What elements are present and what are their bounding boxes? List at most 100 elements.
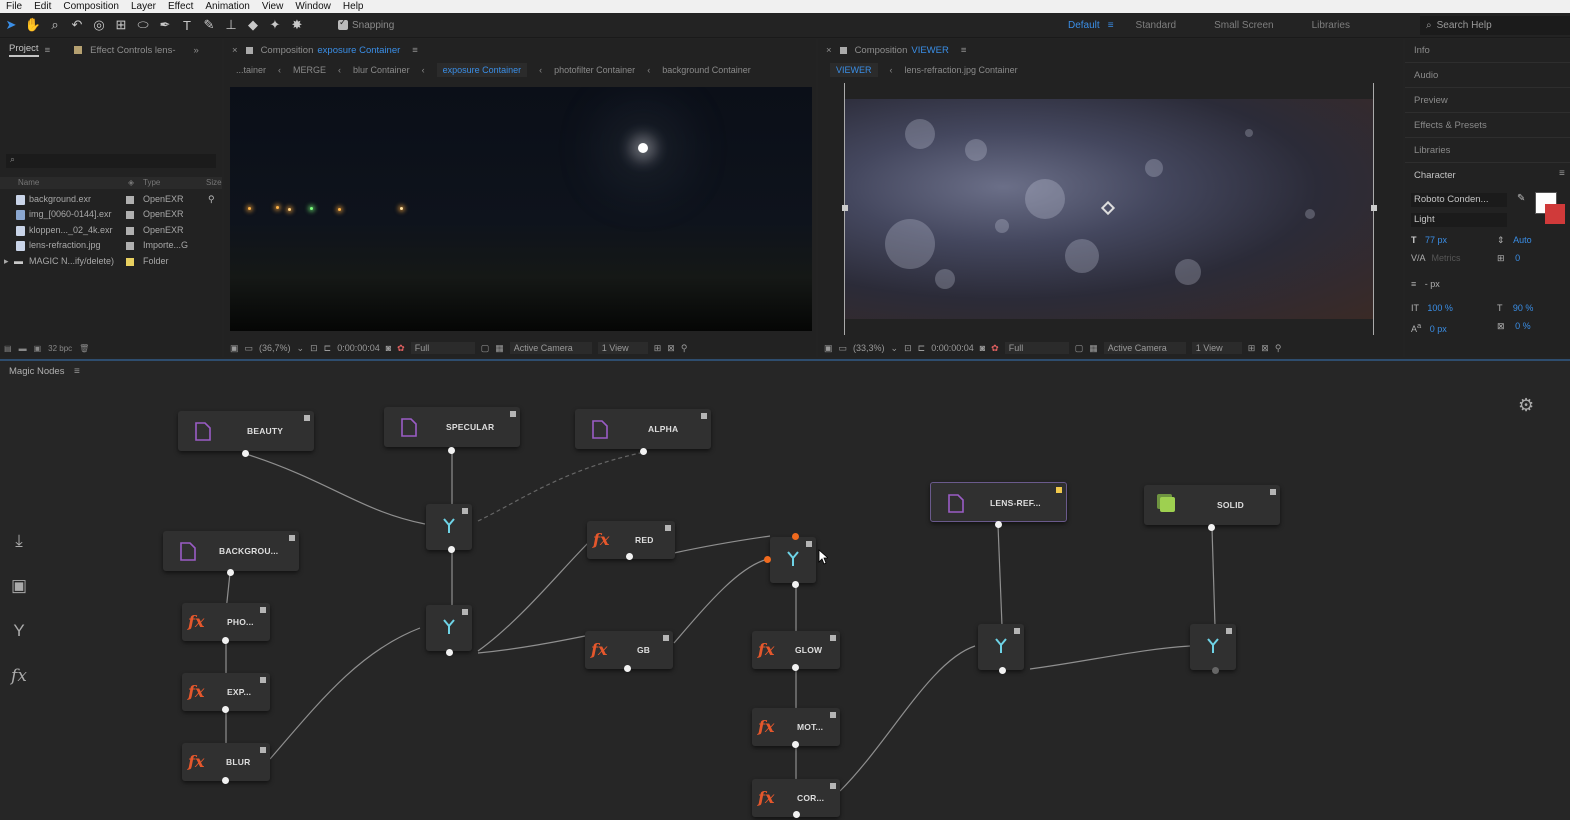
crumb[interactable]: photofilter Container: [554, 65, 635, 75]
panel-audio[interactable]: Audio: [1414, 70, 1438, 81]
comp-viewer-canvas[interactable]: [845, 99, 1373, 319]
node-toggle[interactable]: [260, 607, 266, 613]
draft-3d-icon[interactable]: ⊠: [667, 343, 675, 354]
clone-stamp-icon[interactable]: ⊥: [220, 15, 242, 35]
menu-help[interactable]: Help: [337, 0, 370, 13]
node-output-port[interactable]: [222, 706, 229, 713]
camera-icon[interactable]: ◙: [980, 343, 985, 353]
list-item[interactable]: background.exr OpenEXR ⚲: [0, 192, 222, 207]
menu-file[interactable]: File: [0, 0, 28, 13]
stroke-width-value[interactable]: - px: [1425, 279, 1440, 289]
node-toggle[interactable]: [260, 747, 266, 753]
node-toggle[interactable]: [462, 508, 468, 514]
node-output-port[interactable]: [999, 667, 1006, 674]
crumb[interactable]: background Container: [662, 65, 751, 75]
chevron-down-icon[interactable]: ⌄: [891, 343, 899, 354]
views-select[interactable]: 1 View: [597, 342, 648, 354]
orbit-camera-icon[interactable]: ◎: [88, 15, 110, 35]
selection-tool-icon[interactable]: ➤: [0, 15, 22, 35]
node-toggle[interactable]: [830, 635, 836, 641]
merge-node[interactable]: [978, 624, 1024, 670]
zoom-level[interactable]: (36,7%): [259, 343, 291, 353]
node-output-port[interactable]: [1208, 524, 1215, 531]
workspace-small-screen[interactable]: Small Screen: [1214, 20, 1273, 31]
node-toggle[interactable]: [510, 411, 516, 417]
bpc-label[interactable]: 32 bpc: [48, 344, 72, 353]
node-toggle[interactable]: [1056, 487, 1062, 493]
node-background[interactable]: BACKGROU...: [163, 531, 299, 571]
camera-select[interactable]: Active Camera: [1103, 342, 1186, 354]
overflow-chevron-icon[interactable]: »: [194, 45, 199, 56]
hand-tool-icon[interactable]: ✋: [22, 15, 44, 35]
crumb[interactable]: ...tainer: [236, 65, 266, 75]
node-output-port[interactable]: [227, 569, 234, 576]
list-item[interactable]: ▸ ▬ MAGIC N...ify/delete) Folder: [0, 254, 222, 269]
font-style-select[interactable]: Light: [1411, 213, 1507, 227]
node-beauty[interactable]: BEAUTY: [178, 411, 314, 451]
puppet-pin-icon[interactable]: ✸: [286, 15, 308, 35]
tab-effect-controls[interactable]: Effect Controls lens-: [90, 45, 175, 56]
menu-composition[interactable]: Composition: [57, 0, 125, 13]
panel-libraries[interactable]: Libraries: [1414, 145, 1450, 156]
views-select[interactable]: 1 View: [1191, 342, 1242, 354]
merge-node-selected[interactable]: [770, 537, 816, 583]
roto-brush-icon[interactable]: ✦: [264, 15, 286, 35]
node-output-port[interactable]: [995, 521, 1002, 528]
list-item[interactable]: lens-refraction.jpg Importe...G: [0, 238, 222, 253]
camera-icon[interactable]: ◙: [386, 343, 391, 353]
node-output-port[interactable]: [626, 553, 633, 560]
tsume-value[interactable]: 0 %: [1515, 321, 1531, 331]
pen-tool-icon[interactable]: ✒: [154, 15, 176, 35]
panel-menu-icon[interactable]: ≡: [961, 45, 967, 56]
monitor-icon[interactable]: ▭: [839, 343, 848, 354]
panel-preview[interactable]: Preview: [1414, 95, 1448, 106]
merge-node[interactable]: [426, 504, 472, 550]
toggle-mask-icon[interactable]: ▢: [481, 343, 490, 354]
transparency-grid-icon[interactable]: ▦: [495, 343, 504, 354]
node-solid[interactable]: SOLID: [1144, 485, 1280, 525]
panel-character[interactable]: Character: [1414, 170, 1456, 181]
node-toggle[interactable]: [1270, 489, 1276, 495]
merge-node[interactable]: [1190, 624, 1236, 670]
node-output-port[interactable]: [242, 450, 249, 457]
ellipse-tool-icon[interactable]: ⬭: [132, 15, 154, 35]
menu-window[interactable]: Window: [289, 0, 337, 13]
node-toggle[interactable]: [462, 609, 468, 615]
resolution-select[interactable]: Full: [1004, 342, 1069, 354]
fast-preview-icon[interactable]: ▣: [230, 343, 239, 354]
workspace-libraries[interactable]: Libraries: [1312, 20, 1350, 31]
snapping-checkbox[interactable]: [338, 17, 348, 30]
comp-viewer-canvas[interactable]: [230, 87, 812, 331]
node-toggle[interactable]: [663, 635, 669, 641]
monitor-icon[interactable]: ▭: [245, 343, 254, 354]
crumb[interactable]: MERGE: [293, 65, 326, 75]
node-output-port[interactable]: [446, 649, 453, 656]
font-size-value[interactable]: 77 px: [1425, 235, 1447, 245]
anchor-point-icon[interactable]: [1100, 200, 1116, 216]
node-toggle[interactable]: [1226, 628, 1232, 634]
panel-menu-icon[interactable]: ≡: [45, 45, 51, 56]
node-output-port[interactable]: [448, 447, 455, 454]
flowchart-icon[interactable]: ⚲: [681, 343, 688, 354]
menu-edit[interactable]: Edit: [28, 0, 57, 13]
crumb[interactable]: blur Container: [353, 65, 410, 75]
region-icon[interactable]: ⊏: [918, 343, 926, 354]
rotate-tool-icon[interactable]: ↶: [66, 15, 88, 35]
tab-project[interactable]: Project: [9, 43, 39, 57]
baseline-value[interactable]: 0 px: [1430, 324, 1447, 334]
transform-handle[interactable]: [842, 205, 848, 211]
menu-view[interactable]: View: [256, 0, 290, 13]
node-output-port[interactable]: [792, 581, 799, 588]
menu-effect[interactable]: Effect: [162, 0, 199, 13]
panel-menu-icon[interactable]: ≡: [1559, 168, 1565, 179]
node-input-port[interactable]: [764, 556, 771, 563]
pan-behind-icon[interactable]: ⊞: [110, 15, 132, 35]
stroke-color-swatch[interactable]: [1545, 204, 1565, 224]
panel-info[interactable]: Info: [1414, 45, 1430, 56]
node-toggle[interactable]: [806, 541, 812, 547]
resolution-select[interactable]: Full: [410, 342, 475, 354]
panel-effects-presets[interactable]: Effects & Presets: [1414, 120, 1487, 131]
draft-3d-icon[interactable]: ⊠: [1261, 343, 1269, 354]
fast-preview-icon[interactable]: ▣: [824, 343, 833, 354]
node-fx-blur[interactable]: fx BLUR: [182, 743, 270, 781]
